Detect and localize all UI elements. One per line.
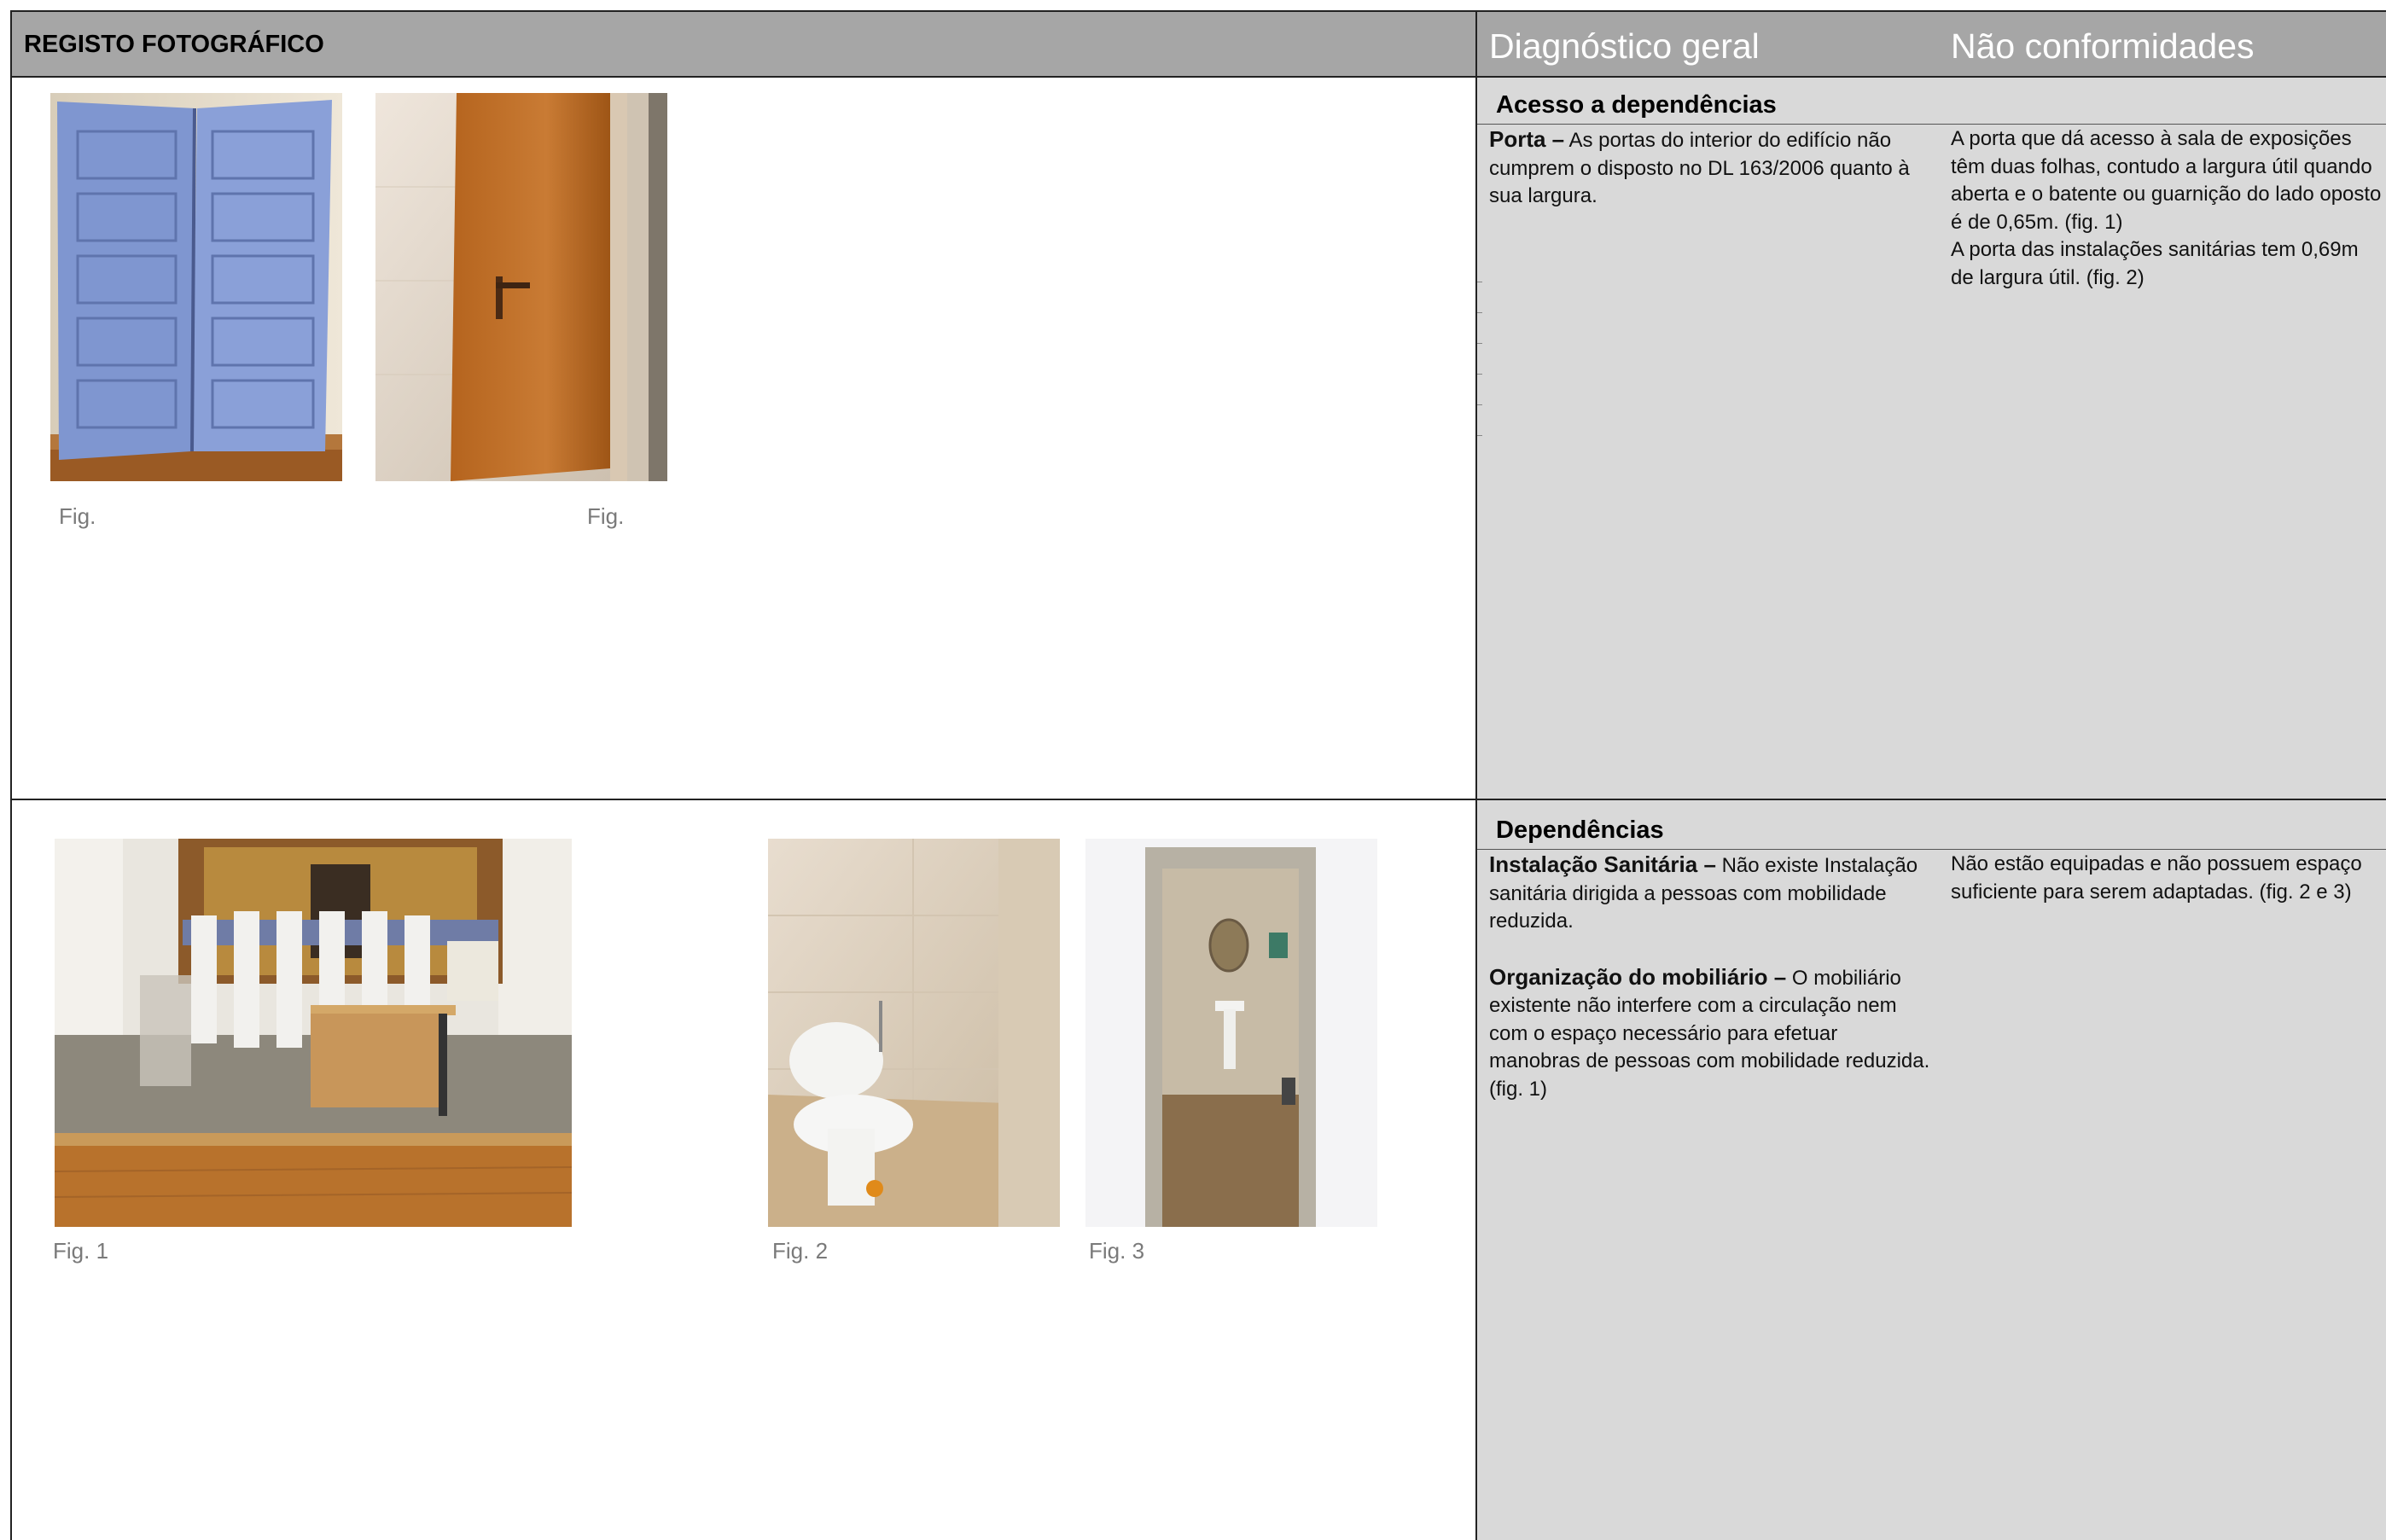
photo-sanitary-toilet — [768, 839, 1060, 1227]
sanitary-diagnosis: Instalação Sanitária – Não existe Instal… — [1489, 851, 1933, 936]
diagnosis-heading: Diagnóstico geral — [1489, 26, 1760, 66]
section-rooms-panel: Dependências Instalação Sanitária – Não … — [1477, 800, 2386, 1540]
photo-wooden-door — [375, 93, 667, 481]
caption-fig-3: Fig. 3 — [1089, 1238, 1145, 1264]
photo-register-header: REGISTO FOTOGRÁFICO — [12, 12, 1475, 78]
caption-fig-2: Fig. 2 — [772, 1238, 829, 1264]
panel-ticks — [1477, 282, 1482, 452]
door-non-conformities: A porta que dá acesso à sala de exposiçõ… — [1951, 125, 2382, 292]
rooms-diagnosis: Instalação Sanitária – Não existe Instal… — [1489, 851, 1933, 1103]
photo-exhibition-room — [55, 839, 572, 1227]
caption-fig-door-1: Fig. — [59, 503, 96, 529]
caption-fig-door-2: Fig. — [587, 503, 625, 529]
inspection-report-page: REGISTO FOTOGRÁFICO Diagnóstico geral Nã… — [0, 0, 2386, 1540]
photo-register-title: REGISTO FOTOGRÁFICO — [24, 31, 324, 58]
furniture-diagnosis-label: Organização do mobiliário – — [1489, 963, 1787, 990]
door-diagnosis: Porta – As portas do interior do edifíci… — [1489, 125, 1933, 211]
nc-line-sanitary-door: A porta das instalações sanitárias tem 0… — [1951, 238, 2359, 289]
photo-blue-double-door — [50, 93, 342, 481]
caption-fig-1: Fig. 1 — [53, 1238, 109, 1264]
photo-bathroom-doorway — [1085, 839, 1377, 1227]
nc-line-exhibition-door: A porta que dá acesso à sala de exposiçõ… — [1951, 127, 2382, 234]
assessment-header: Diagnóstico geral Não conformidades — [1477, 12, 2386, 78]
furniture-diagnosis: Organização do mobiliário – O mobiliário… — [1489, 963, 1933, 1104]
sanitary-diagnosis-label: Instalação Sanitária – — [1489, 851, 1716, 877]
section-access-panel: Acesso a dependências Porta – As portas … — [1477, 78, 2386, 799]
section-access-rule — [1477, 124, 2386, 125]
section-rooms-rule — [1477, 849, 2386, 850]
non-conformities-heading: Não conformidades — [1951, 26, 2255, 66]
section-rooms-title: Dependências — [1496, 816, 1664, 844]
door-diagnosis-label: Porta – — [1489, 126, 1565, 152]
rooms-non-conformities: Não estão equipadas e não possuem espaço… — [1951, 852, 2362, 904]
section-access-title: Acesso a dependências — [1496, 91, 1777, 119]
left-border — [10, 10, 12, 1540]
